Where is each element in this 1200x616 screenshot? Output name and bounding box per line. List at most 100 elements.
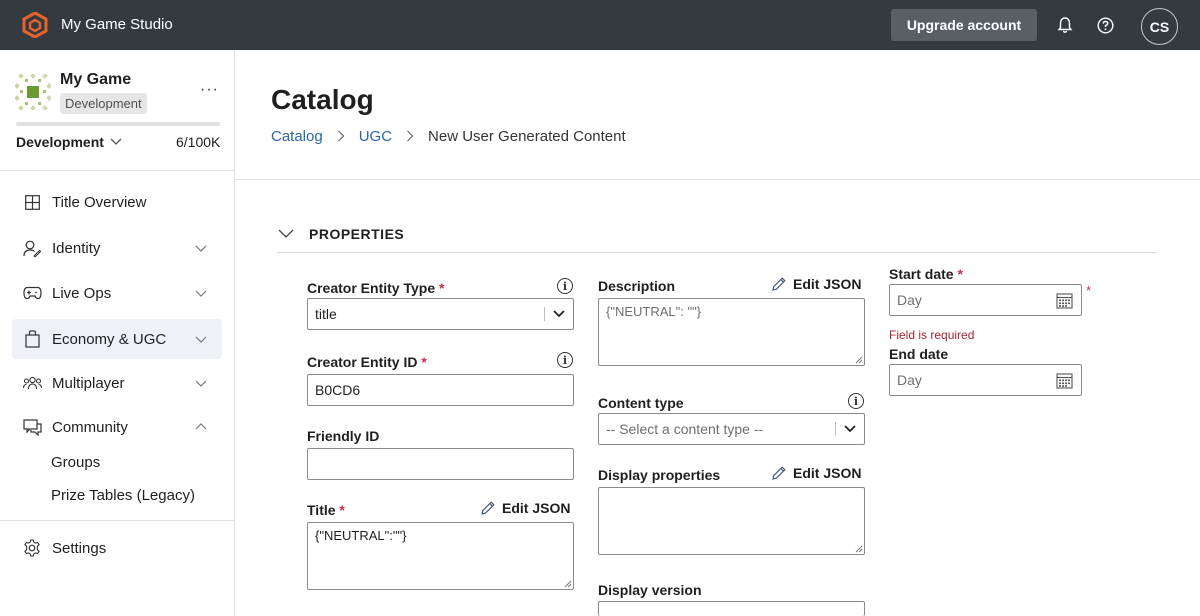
edit-json-label: Edit JSON <box>793 465 862 481</box>
environment-badge: Development <box>60 93 147 114</box>
breadcrumb-current: New User Generated Content <box>428 128 626 145</box>
sidebar: My Game Development ··· Development 6/10… <box>0 50 235 616</box>
section-title-properties[interactable]: PROPERTIES <box>309 226 404 242</box>
chevron-down-icon <box>545 299 573 329</box>
gamepad-icon <box>22 283 42 303</box>
header-divider <box>235 179 1200 180</box>
environment-select-label: Development <box>16 134 104 150</box>
people-icon <box>22 373 42 393</box>
nav-item-label: Title Overview <box>52 193 147 211</box>
nav-item-identity[interactable]: Identity <box>12 228 222 268</box>
help-icon[interactable] <box>1094 14 1116 36</box>
section-divider <box>277 252 1156 253</box>
bell-icon[interactable] <box>1054 14 1076 36</box>
nav-item-economy-ugc[interactable]: Economy & UGC <box>12 319 222 359</box>
nav-item-title-overview[interactable]: Title Overview <box>12 182 222 222</box>
creator-entity-id-label: Creator Entity ID * <box>307 354 427 370</box>
calendar-icon[interactable] <box>1056 292 1073 309</box>
nav-item-label: Settings <box>52 539 107 557</box>
chevron-down-icon <box>110 138 122 145</box>
playfab-logo-icon[interactable] <box>22 12 48 38</box>
quota-count: 6/100K <box>176 134 221 150</box>
bag-icon <box>22 329 42 349</box>
resize-grip-icon[interactable] <box>564 580 572 588</box>
nav-item-label: Live Ops <box>52 284 112 302</box>
game-name[interactable]: My Game <box>60 71 131 89</box>
resize-grip-icon[interactable] <box>855 545 863 553</box>
creator-entity-id-input[interactable]: B0CD6 <box>307 374 574 406</box>
start-date-error: Field is required <box>889 328 975 342</box>
description-edit-json-button[interactable]: Edit JSON <box>771 276 861 292</box>
description-textarea[interactable]: {"NEUTRAL": ""} <box>598 298 865 366</box>
calendar-icon[interactable] <box>1056 372 1073 389</box>
more-options-icon[interactable]: ··· <box>200 81 219 99</box>
sidebar-divider <box>0 520 234 521</box>
label-text: Creator Entity ID <box>307 354 418 370</box>
display-properties-textarea[interactable] <box>598 487 865 555</box>
edit-json-label: Edit JSON <box>793 276 862 292</box>
game-logo-icon <box>15 74 51 110</box>
gear-icon <box>22 538 42 558</box>
content-type-label: Content type <box>598 395 684 411</box>
info-icon[interactable]: i <box>557 352 573 368</box>
date-placeholder: Day <box>897 372 922 388</box>
environment-select[interactable]: Development <box>16 134 122 150</box>
chevron-right-icon <box>337 129 345 145</box>
nav-subitem-prize-tables[interactable]: Prize Tables (Legacy) <box>51 487 195 504</box>
nav-item-live-ops[interactable]: Live Ops <box>12 273 222 313</box>
content-type-select[interactable]: -- Select a content type -- <box>598 413 865 445</box>
required-marker: * <box>421 354 427 370</box>
sidebar-divider <box>0 170 234 171</box>
info-icon[interactable]: i <box>557 278 573 294</box>
nav-item-multiplayer[interactable]: Multiplayer <box>12 363 222 403</box>
breadcrumb-link-catalog[interactable]: Catalog <box>271 128 323 145</box>
pencil-icon <box>772 277 786 291</box>
end-date-input[interactable]: Day <box>889 364 1082 396</box>
nav-item-label: Economy & UGC <box>52 330 167 348</box>
top-bar: My Game Studio Upgrade account CS <box>0 0 1200 50</box>
nav-item-label: Identity <box>52 239 101 257</box>
textarea-placeholder: {"NEUTRAL": ""} <box>606 304 702 319</box>
breadcrumb: Catalog UGC New User Generated Content <box>271 128 626 145</box>
title-textarea[interactable]: {"NEUTRAL":""} <box>307 522 574 590</box>
chevron-down-icon <box>836 414 864 444</box>
required-marker: * <box>339 502 345 518</box>
chevron-down-icon <box>195 380 207 387</box>
user-avatar[interactable]: CS <box>1141 8 1178 45</box>
date-placeholder: Day <box>897 292 922 308</box>
breadcrumb-link-ugc[interactable]: UGC <box>359 128 392 145</box>
collapse-section-icon[interactable] <box>277 224 295 242</box>
identity-icon <box>22 238 42 258</box>
nav-subitem-groups[interactable]: Groups <box>51 454 100 471</box>
pencil-icon <box>772 466 786 480</box>
display-version-input[interactable] <box>598 601 865 616</box>
title-label: Title * <box>307 502 345 518</box>
chat-icon <box>22 417 42 437</box>
page-title: Catalog <box>271 84 374 115</box>
grid-icon <box>22 192 42 212</box>
display-properties-label: Display properties <box>598 467 721 483</box>
label-text: Start date <box>889 266 954 282</box>
required-marker: * <box>957 266 963 282</box>
required-marker: * <box>439 280 445 296</box>
friendly-id-input[interactable] <box>307 448 574 480</box>
resize-grip-icon[interactable] <box>855 356 863 364</box>
label-text: Creator Entity Type <box>307 280 436 296</box>
studio-name[interactable]: My Game Studio <box>61 16 173 33</box>
chevron-down-icon <box>195 245 207 252</box>
select-value: title <box>315 306 337 322</box>
required-marker: * <box>1086 283 1092 298</box>
description-label: Description <box>598 278 676 294</box>
nav-item-community[interactable]: Community <box>12 407 222 447</box>
edit-json-label: Edit JSON <box>502 500 571 516</box>
creator-entity-type-select[interactable]: title <box>307 298 574 330</box>
textarea-value: {"NEUTRAL":""} <box>315 528 407 543</box>
upgrade-account-button[interactable]: Upgrade account <box>891 9 1037 41</box>
end-date-label: End date <box>889 346 949 362</box>
info-icon[interactable]: i <box>848 393 864 409</box>
chevron-right-icon <box>406 129 414 145</box>
title-edit-json-button[interactable]: Edit JSON <box>480 500 570 516</box>
start-date-input[interactable]: Day <box>889 284 1082 316</box>
display-properties-edit-json-button[interactable]: Edit JSON <box>771 465 861 481</box>
nav-item-settings[interactable]: Settings <box>12 528 222 568</box>
